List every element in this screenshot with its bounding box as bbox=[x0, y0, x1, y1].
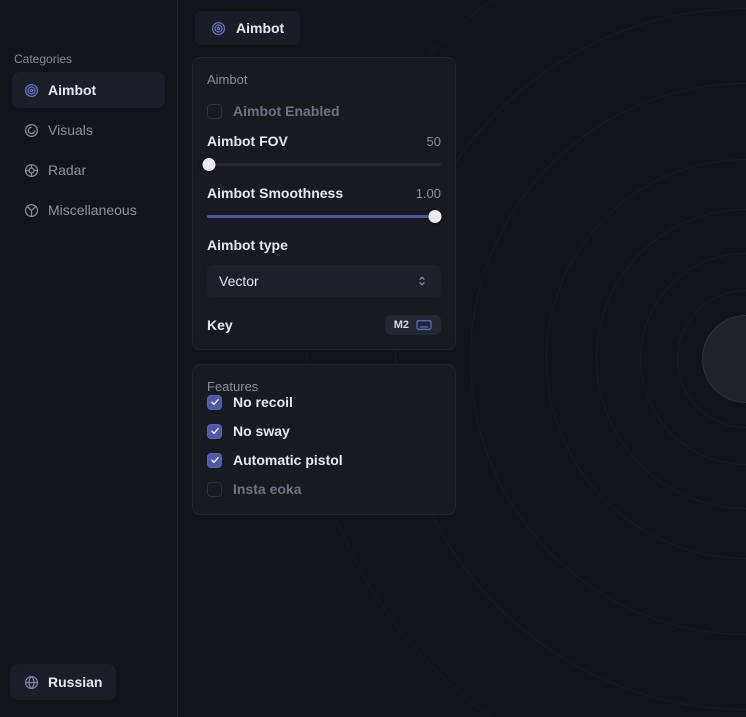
language-label: Russian bbox=[48, 674, 102, 690]
select-value: Vector bbox=[219, 273, 259, 289]
target-icon bbox=[24, 83, 39, 98]
sidebar-item-label: Miscellaneous bbox=[48, 202, 137, 218]
insta-eoka-checkbox-row[interactable]: Insta eoka bbox=[207, 481, 441, 497]
eye-scan-icon bbox=[24, 123, 39, 138]
chevron-up-down-icon bbox=[415, 274, 429, 288]
key-row: Key M2 bbox=[207, 315, 441, 335]
checkbox-label: Automatic pistol bbox=[233, 452, 343, 468]
key-label: Key bbox=[207, 317, 233, 333]
smoothness-value: 1.00 bbox=[416, 186, 441, 201]
smoothness-slider[interactable] bbox=[207, 209, 441, 223]
checkbox-unchecked[interactable] bbox=[207, 482, 222, 497]
sidebar-item-aimbot[interactable]: Aimbot bbox=[12, 72, 165, 108]
sidebar-item-radar[interactable]: Radar bbox=[12, 152, 165, 188]
checkbox-label: No recoil bbox=[233, 394, 293, 410]
key-binding-value: M2 bbox=[394, 319, 409, 331]
sidebar-item-visuals[interactable]: Visuals bbox=[12, 112, 165, 148]
sidebar-item-miscellaneous[interactable]: Miscellaneous bbox=[12, 192, 165, 228]
fov-slider-thumb[interactable] bbox=[203, 158, 216, 171]
panel-title: Features bbox=[207, 379, 441, 394]
checkbox-checked[interactable] bbox=[207, 424, 222, 439]
wheel-icon bbox=[24, 203, 39, 218]
no-recoil-checkbox-row[interactable]: No recoil bbox=[207, 394, 441, 410]
language-button[interactable]: Russian bbox=[10, 664, 116, 700]
type-label: Aimbot type bbox=[207, 237, 288, 253]
tab-aimbot[interactable]: Aimbot bbox=[195, 11, 300, 45]
sidebar: Categories Aimbot Visuals Radar Miscella… bbox=[0, 0, 178, 717]
main-content: Aimbot Aimbot Aimbot Enabled Aimbot FOV … bbox=[192, 0, 456, 515]
smoothness-label-row: Aimbot Smoothness 1.00 bbox=[207, 185, 441, 201]
fov-label: Aimbot FOV bbox=[207, 133, 288, 149]
categories-heading: Categories bbox=[14, 52, 72, 66]
key-binding-button[interactable]: M2 bbox=[385, 315, 441, 335]
checkbox-checked[interactable] bbox=[207, 453, 222, 468]
no-sway-checkbox-row[interactable]: No sway bbox=[207, 423, 441, 439]
panel-title: Aimbot bbox=[207, 72, 441, 87]
sidebar-item-label: Visuals bbox=[48, 122, 93, 138]
checkbox-label: No sway bbox=[233, 423, 290, 439]
checkbox-checked[interactable] bbox=[207, 395, 222, 410]
smoothness-label: Aimbot Smoothness bbox=[207, 185, 343, 201]
aimbot-enabled-checkbox-row[interactable]: Aimbot Enabled bbox=[207, 103, 441, 119]
slider-fill bbox=[207, 215, 441, 218]
tab-label: Aimbot bbox=[236, 20, 284, 36]
category-nav: Aimbot Visuals Radar Miscellaneous bbox=[12, 72, 165, 232]
smoothness-slider-thumb[interactable] bbox=[429, 210, 442, 223]
aimbot-panel: Aimbot Aimbot Enabled Aimbot FOV 50 Aimb… bbox=[192, 57, 456, 350]
checkbox-unchecked[interactable] bbox=[207, 104, 222, 119]
radar-icon bbox=[24, 163, 39, 178]
fov-slider[interactable] bbox=[207, 157, 441, 171]
slider-track bbox=[207, 163, 441, 166]
keyboard-icon bbox=[416, 319, 432, 331]
features-panel: Features No recoil No sway Automatic pis… bbox=[192, 364, 456, 515]
fov-value: 50 bbox=[427, 134, 441, 149]
globe-icon bbox=[24, 675, 39, 690]
sidebar-item-label: Aimbot bbox=[48, 82, 96, 98]
type-label-row: Aimbot type bbox=[207, 237, 441, 253]
fov-label-row: Aimbot FOV 50 bbox=[207, 133, 441, 149]
sidebar-item-label: Radar bbox=[48, 162, 86, 178]
target-icon bbox=[211, 21, 226, 36]
checkbox-label: Insta eoka bbox=[233, 481, 301, 497]
checkbox-label: Aimbot Enabled bbox=[233, 103, 340, 119]
aimbot-type-select[interactable]: Vector bbox=[207, 265, 441, 297]
automatic-pistol-checkbox-row[interactable]: Automatic pistol bbox=[207, 452, 441, 468]
